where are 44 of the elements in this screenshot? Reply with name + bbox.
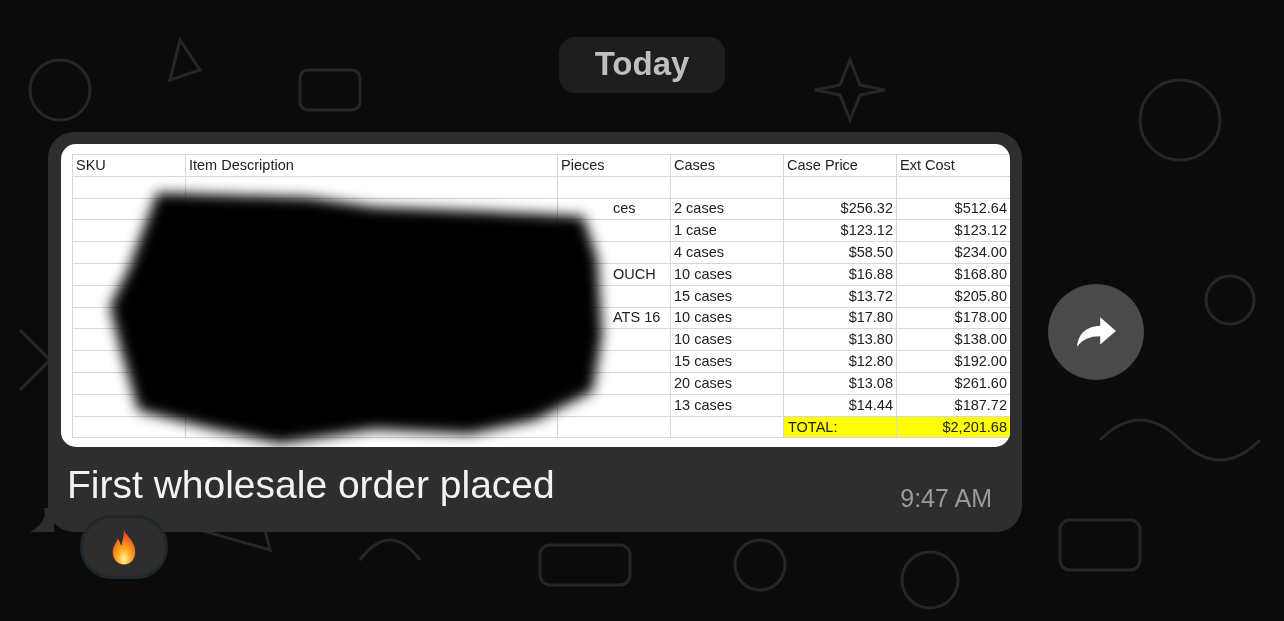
cases-cell-text: 15 cases	[673, 352, 734, 372]
price-cell-text: $16.88	[847, 264, 894, 284]
cases-cell-text: 15 cases	[673, 286, 734, 306]
price-cell-text: $58.50	[847, 243, 894, 263]
total-value: $2,201.68	[897, 416, 1010, 438]
column-header: Pieces	[560, 155, 606, 175]
cost-cell-text: $234.00	[953, 243, 1008, 263]
cases-cell-text: 10 cases	[673, 330, 734, 350]
pieces-cell-text: ces	[612, 199, 637, 219]
price-cell-text: $13.08	[847, 373, 894, 393]
cost-cell-text: $138.00	[953, 330, 1008, 350]
cases-cell-text: 13 cases	[673, 395, 734, 415]
cost-cell-text: $123.12	[953, 221, 1008, 241]
price-cell-text: $14.44	[847, 395, 894, 415]
date-chip: Today	[558, 37, 726, 93]
price-cell-text: $256.32	[839, 199, 894, 219]
cost-cell-text: $205.80	[953, 286, 1008, 306]
total-label: TOTAL:	[784, 416, 896, 438]
cases-cell-text: 10 cases	[673, 308, 734, 328]
message-text: First wholesale order placed	[67, 463, 555, 507]
cost-cell-text: $192.00	[953, 352, 1008, 372]
cost-cell-text: $168.80	[953, 264, 1008, 284]
column-header: Item Description	[188, 155, 295, 175]
price-cell-text: $123.12	[839, 221, 894, 241]
price-cell-text: $13.72	[847, 286, 894, 306]
column-header: Case Price	[786, 155, 859, 175]
cost-cell-text: $512.64	[953, 199, 1008, 219]
cases-cell-text: 20 cases	[673, 373, 734, 393]
pieces-cell-text: OUCH	[612, 264, 657, 284]
cases-cell-text: 10 cases	[673, 264, 734, 284]
price-cell-text: $12.80	[847, 352, 894, 372]
cases-cell-text: 1 case	[673, 221, 718, 241]
cost-cell-text: $187.72	[953, 395, 1008, 415]
cost-cell-text: $178.00	[953, 308, 1008, 328]
pieces-cell-text: ATS 16	[612, 308, 662, 328]
cases-cell-text: 4 cases	[673, 243, 725, 263]
message-time: 9:47 AM	[900, 484, 992, 513]
column-header: Cases	[673, 155, 717, 175]
cases-cell-text: 2 cases	[673, 199, 725, 219]
price-cell-text: $17.80	[847, 308, 894, 328]
cost-cell-text: $261.60	[953, 373, 1008, 393]
column-header: SKU	[75, 155, 107, 175]
column-header: Ext Cost	[899, 155, 956, 175]
price-cell-text: $13.80	[847, 330, 894, 350]
